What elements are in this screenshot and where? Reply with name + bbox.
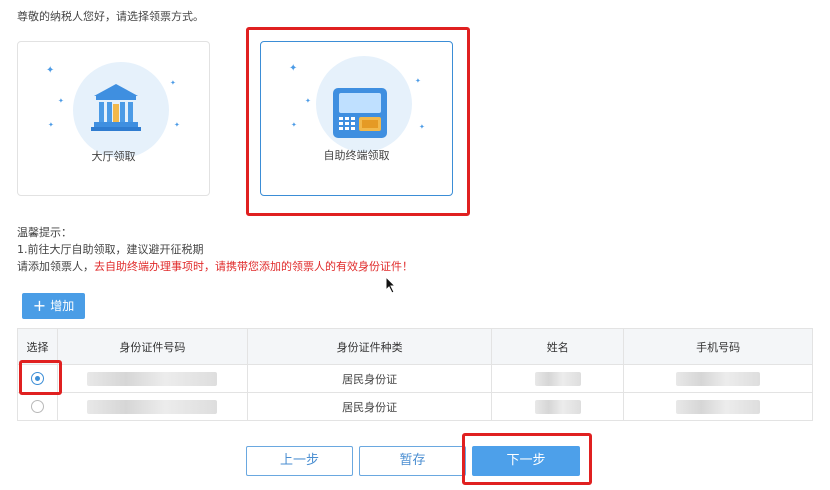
- row-select-radio[interactable]: [30, 400, 44, 414]
- ticket-collector-table: 选择 身份证件号码 身份证件种类 姓名 手机号码 居民身份证 居民身份证: [17, 328, 813, 421]
- id-number-cell: [56, 392, 248, 421]
- add-button-label: 增加: [50, 299, 75, 313]
- name-cell: [491, 364, 625, 393]
- redacted-name: [534, 399, 581, 414]
- redacted-phone: [676, 399, 761, 414]
- self-service-terminal-icon: [333, 88, 387, 138]
- sparkle-icon: ✦: [58, 97, 64, 105]
- select-cell: [17, 392, 58, 421]
- redacted-id-number: [87, 371, 218, 386]
- row-select-radio[interactable]: [30, 372, 44, 386]
- sparkle-icon: ✦: [291, 121, 297, 129]
- tips-section: 温馨提示： 1.前往大厅自助领取，建议避开征税期 请添加领票人，去自助终端办理事…: [17, 224, 413, 275]
- table-header-row: 选择 身份证件号码 身份证件种类 姓名 手机号码: [17, 328, 813, 365]
- phone-cell: [623, 392, 813, 421]
- sparkle-icon: ✦: [46, 65, 55, 76]
- column-header-name: 姓名: [491, 328, 625, 365]
- intro-text: 尊敬的纳税人您好，请选择领票方式。: [17, 10, 204, 23]
- phone-cell: [623, 364, 813, 393]
- tips-warning-text: 去自助终端办理事项时，请携带您添加的领票人的有效身份证件！: [94, 260, 413, 273]
- id-type-cell: 居民身份证: [246, 392, 493, 421]
- column-header-phone: 手机号码: [623, 328, 813, 365]
- sparkle-icon: ✦: [174, 121, 180, 129]
- sparkle-icon: ✦: [419, 123, 425, 131]
- redacted-id-number: [87, 399, 218, 414]
- tips-title: 温馨提示：: [17, 226, 72, 239]
- option-label: 自助终端领取: [323, 149, 390, 162]
- column-header-id-number: 身份证件号码: [56, 328, 248, 365]
- plus-icon: +: [32, 296, 47, 315]
- sparkle-icon: ✦: [305, 97, 311, 105]
- save-draft-button[interactable]: 暂存: [359, 446, 466, 476]
- redacted-name: [534, 371, 581, 386]
- table-row[interactable]: 居民身份证: [17, 364, 813, 393]
- column-header-select: 选择: [17, 328, 58, 365]
- tips-line-2-prefix: 请添加领票人，: [17, 260, 94, 273]
- select-cell: [17, 364, 58, 393]
- redacted-phone: [676, 371, 761, 386]
- name-cell: [491, 392, 625, 421]
- add-ticket-collector-button[interactable]: + 增加: [22, 293, 85, 319]
- bank-building-icon: [91, 84, 141, 131]
- id-type-cell: 居民身份证: [246, 364, 493, 393]
- next-step-button[interactable]: 下一步: [472, 446, 580, 476]
- sparkle-icon: ✦: [48, 121, 54, 129]
- column-header-id-type: 身份证件种类: [246, 328, 493, 365]
- option-hall-pickup[interactable]: ✦ ✦ ✦ ✦ ✦ 大厅领取: [17, 41, 210, 196]
- tips-line-2: 请添加领票人，去自助终端办理事项时，请携带您添加的领票人的有效身份证件！: [17, 258, 413, 275]
- option-label: 大厅领取: [91, 150, 136, 163]
- mouse-cursor-icon: [385, 276, 397, 294]
- sparkle-icon: ✦: [170, 79, 176, 87]
- table-row[interactable]: 居民身份证: [17, 392, 813, 421]
- sparkle-icon: ✦: [289, 63, 298, 74]
- tips-line-1: 1.前往大厅自助领取，建议避开征税期: [17, 243, 204, 256]
- id-number-cell: [56, 364, 248, 393]
- option-self-service-terminal[interactable]: ✦ ✦ ✦ ✦ ✦ 自助终端领取: [260, 41, 453, 196]
- sparkle-icon: ✦: [415, 77, 421, 85]
- previous-step-button[interactable]: 上一步: [246, 446, 353, 476]
